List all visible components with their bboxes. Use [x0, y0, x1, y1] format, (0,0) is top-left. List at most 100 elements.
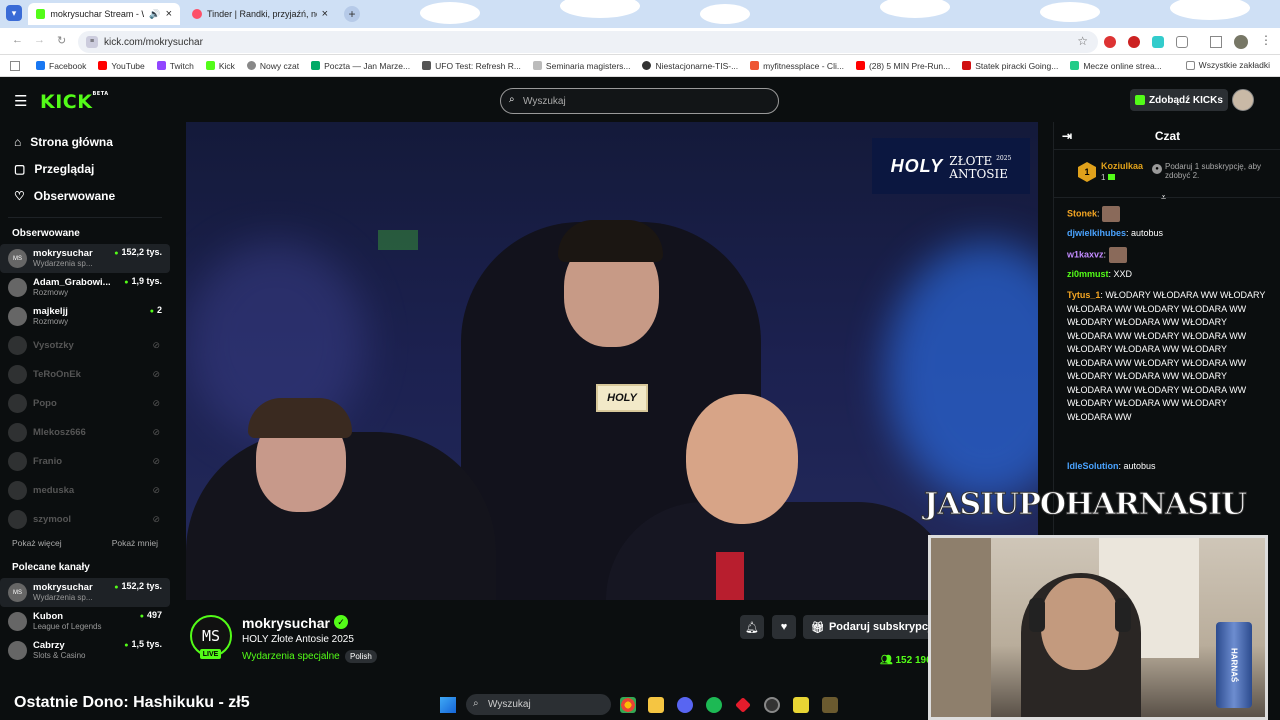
- chat-username[interactable]: Tytus_1: [1067, 290, 1100, 300]
- app-icon[interactable]: [822, 697, 838, 713]
- chrome-taskbar-icon[interactable]: [620, 697, 636, 713]
- channel-avatar: [8, 423, 27, 442]
- follow-button[interactable]: ♥: [772, 615, 796, 639]
- extension-icon[interactable]: [1152, 36, 1164, 48]
- discord-icon[interactable]: [677, 697, 693, 713]
- bookmark-seminaria[interactable]: Seminaria magisters...: [532, 61, 630, 71]
- user-avatar[interactable]: [1232, 89, 1254, 111]
- show-less-link[interactable]: Pokaż mniej: [112, 538, 158, 556]
- bookmark-label: Poczta — Jan Marze...: [324, 60, 411, 71]
- viewer-count: 497: [140, 610, 162, 620]
- verified-icon: ✓: [334, 615, 348, 629]
- channel-name: meduska: [33, 485, 75, 496]
- sidebar-channel-popo[interactable]: Popo ⊘: [0, 389, 170, 418]
- background-cloud: [420, 2, 480, 24]
- search-input[interactable]: ⌕ Wyszukaj: [500, 88, 779, 114]
- bookmark-youtube[interactable]: YouTube: [98, 61, 145, 71]
- collapse-chat-icon[interactable]: ⇥: [1062, 129, 1072, 143]
- site-info-icon[interactable]: ≡: [86, 36, 98, 48]
- nav-following[interactable]: ♡ Obserwowane: [0, 182, 170, 209]
- chat-username[interactable]: IdleSolution: [1067, 461, 1119, 471]
- reading-list-icon[interactable]: [1210, 36, 1222, 48]
- sidebar-channel-mokrysuchar[interactable]: MS mokrysucharWydarzenia sp... 152,2 tys.: [0, 244, 170, 273]
- spotify-icon[interactable]: [706, 697, 722, 713]
- address-bar[interactable]: ≡ kick.com/mokrysuchar ☆: [78, 31, 1098, 53]
- channel-avatar: [8, 481, 27, 500]
- bookmark-ufo-test[interactable]: UFO Test: Refresh R...: [422, 61, 521, 71]
- speaker-icon[interactable]: 🔊: [149, 9, 160, 20]
- sidebar-channel-vysotzky[interactable]: Vysotzky ⊘: [0, 331, 170, 360]
- sidebar-channel-meduska[interactable]: meduska ⊘: [0, 476, 170, 505]
- lego-icon: [962, 61, 972, 70]
- guest-right-figure: [606, 502, 956, 600]
- chat-username[interactable]: w1kaxvz: [1067, 249, 1104, 259]
- bookmark-new-chat[interactable]: Nowy czat: [246, 61, 299, 71]
- back-icon[interactable]: ←: [12, 34, 23, 46]
- windows-start-icon[interactable]: [440, 697, 456, 713]
- bookmark-myfitnessplace[interactable]: myfitnessplace - Cli...: [750, 61, 844, 71]
- notification-bell-button[interactable]: 🔔︎: [740, 615, 764, 639]
- adblock-extension-icon[interactable]: [1104, 36, 1116, 48]
- sidebar-channel-adam-grabowi-[interactable]: Adam_Grabowi...Rozmowy 1,9 tys.: [0, 273, 170, 302]
- notes-icon[interactable]: [793, 697, 809, 713]
- tab-search-button[interactable]: ▾: [6, 5, 22, 21]
- channel-name[interactable]: mokrysuchar: [242, 615, 330, 631]
- show-more-link[interactable]: Pokaż więcej: [12, 538, 62, 556]
- sidebar-channel-teroonek[interactable]: TeRoOnEk ⊘: [0, 360, 170, 389]
- recommended-channel-mokrysuchar[interactable]: MS mokrysucharWydarzenia sp... 152,2 tys.: [0, 578, 170, 607]
- close-tab-icon[interactable]: ×: [322, 8, 328, 20]
- stream-category-link[interactable]: Wydarzenia specjalne: [242, 651, 340, 662]
- kick-logo[interactable]: KICKBETA: [40, 91, 109, 113]
- all-bookmarks[interactable]: Wszystkie zakładki: [1185, 60, 1270, 70]
- recommended-channel-cabrzy[interactable]: CabrzySlots & Casino 1,5 tys.: [0, 636, 170, 665]
- bookmark-facebook[interactable]: Facebook: [36, 61, 86, 71]
- bookmark-kick[interactable]: Kick: [205, 61, 235, 71]
- nav-browse[interactable]: ▢ Przeglądaj: [0, 155, 170, 182]
- obs-icon[interactable]: [764, 697, 780, 713]
- facebook-icon: [36, 61, 45, 70]
- hamburger-menu-icon[interactable]: ☰: [14, 92, 27, 110]
- sidebar-channel-franio[interactable]: Franio ⊘: [0, 447, 170, 476]
- chat-username[interactable]: djwielkihubes: [1067, 228, 1126, 238]
- sidebar-channel-szymool[interactable]: szymool ⊘: [0, 505, 170, 534]
- browser-menu-icon[interactable]: ⋮: [1260, 33, 1272, 47]
- chat-text: WŁODARY WŁODARA WW WŁODARY WŁODARA WW WŁ…: [1067, 290, 1266, 422]
- new-tab-button[interactable]: +: [344, 6, 360, 22]
- bookmark-pre-run[interactable]: (28) 5 MIN Pre-Run...: [855, 61, 950, 71]
- taskbar-search[interactable]: ⌕ Wyszukaj: [466, 694, 611, 715]
- chat-username[interactable]: zi0mmust: [1067, 269, 1109, 279]
- recommended-channel-kubon[interactable]: KubonLeague of Legends 497: [0, 607, 170, 636]
- profile-avatar-icon[interactable]: [1234, 35, 1248, 49]
- bookmark-mail[interactable]: Poczta — Jan Marze...: [311, 61, 410, 71]
- bookmark-star-icon[interactable]: ☆: [1077, 34, 1088, 48]
- extension-icon[interactable]: [1128, 36, 1140, 48]
- nav-home[interactable]: ⌂ Strona główna: [0, 128, 170, 155]
- chat-message: djwielkihubes: autobus: [1067, 228, 1164, 238]
- background-cloud: [700, 4, 750, 24]
- app-red-icon[interactable]: [735, 697, 751, 713]
- close-tab-icon[interactable]: ×: [166, 8, 172, 20]
- apps-grid-icon[interactable]: [10, 61, 20, 71]
- sidebar-channel-majkeljj[interactable]: majkeljjRozmowy 2: [0, 302, 170, 331]
- channel-name: Vysotzky: [33, 340, 74, 351]
- sidebar-channel-mlekosz666[interactable]: Mlekosz666 ⊘: [0, 418, 170, 447]
- bookmark-twitch[interactable]: Twitch: [156, 61, 194, 71]
- chat-message: Tytus_1: WŁODARY WŁODARA WW WŁODARY WŁOD…: [1067, 290, 1266, 422]
- language-badge[interactable]: Polish: [345, 650, 377, 663]
- file-explorer-icon[interactable]: [648, 697, 664, 713]
- bookmark-matches[interactable]: Mecze online strea...: [1070, 61, 1162, 71]
- bookmark-lego-ship[interactable]: Statek piracki Going...: [962, 61, 1058, 71]
- reload-icon[interactable]: ↻: [57, 34, 66, 47]
- viewer-count: 152,2 tys.: [114, 247, 162, 257]
- pinned-username: Koziulkaa: [1101, 161, 1144, 171]
- expand-pinned-icon[interactable]: ⩡: [1161, 192, 1166, 203]
- tab-tinder[interactable]: Tinder | Randki, przyjaźń, nowe ×: [184, 3, 336, 25]
- mic-flag-label: HOLY: [607, 392, 637, 404]
- chat-username[interactable]: Stonek: [1067, 208, 1097, 218]
- tab-kick-stream[interactable]: mokrysuchar Stream - Wa... 🔊 ×: [28, 3, 180, 25]
- bookmark-niestacjonarne[interactable]: Niestacjonarne-TIS-...: [642, 61, 738, 71]
- get-kicks-button[interactable]: Zdobądź KICKs: [1130, 89, 1228, 111]
- gift-subs-button[interactable]: 🎁︎ Podaruj subskrypcje: [803, 615, 933, 639]
- forward-icon[interactable]: →: [34, 34, 45, 46]
- extensions-puzzle-icon[interactable]: [1176, 36, 1188, 48]
